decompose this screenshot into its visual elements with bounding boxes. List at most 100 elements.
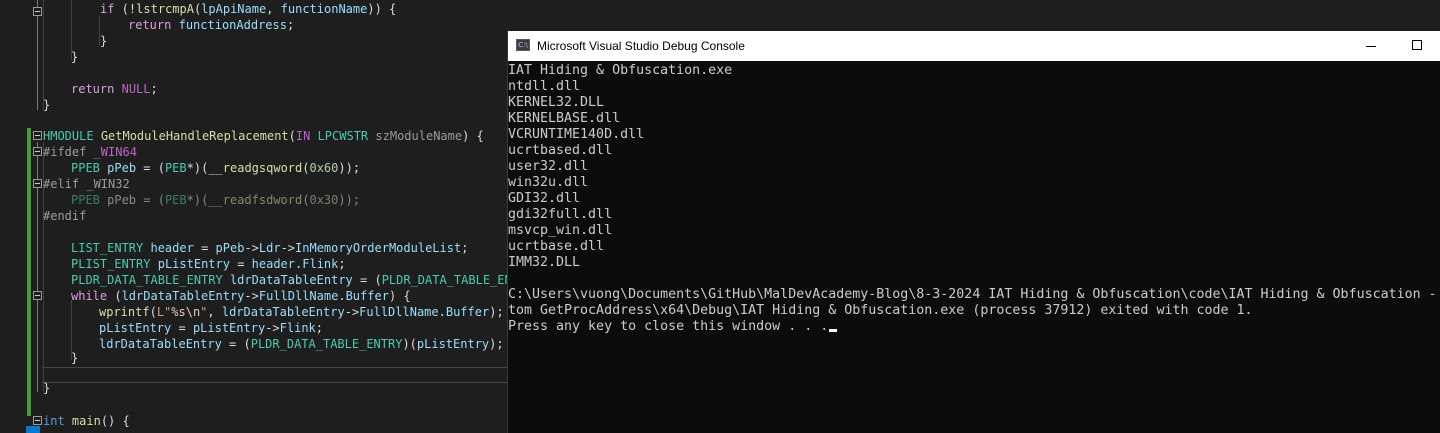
code-token: ; bbox=[338, 257, 346, 271]
minimize-icon[interactable] bbox=[1348, 31, 1394, 61]
console-output-line: ucrtbased.dll bbox=[508, 143, 612, 159]
code-token: Ldr bbox=[258, 241, 281, 255]
code-token: -> bbox=[344, 305, 360, 319]
console-output-line: ntdll.dll bbox=[508, 79, 580, 95]
code-token: } bbox=[71, 351, 79, 365]
console-titlebar[interactable]: C:\ Microsoft Visual Studio Debug Consol… bbox=[508, 31, 1440, 61]
code-line[interactable]: LIST_ENTRY header = pPeb->Ldr->InMemoryO… bbox=[71, 240, 468, 256]
code-line[interactable]: #endif bbox=[43, 208, 86, 224]
code-token: Flink bbox=[302, 257, 339, 271]
code-token: PPEB bbox=[71, 161, 100, 175]
code-token: . bbox=[438, 305, 446, 319]
code-token: lstrcmpA bbox=[136, 2, 194, 16]
code-token: pListEntry bbox=[157, 257, 230, 271]
code-token: IN bbox=[295, 129, 311, 143]
code-token: = bbox=[171, 321, 193, 335]
console-output-line: ucrtbase.dll bbox=[508, 239, 604, 255]
code-line[interactable]: HMODULE GetModuleHandleReplacement(IN LP… bbox=[43, 128, 484, 144]
code-line[interactable]: return functionAddress; bbox=[128, 17, 294, 33]
code-token: szModuleName bbox=[375, 129, 463, 143]
code-token: ( bbox=[107, 289, 122, 303]
code-line[interactable]: } bbox=[71, 49, 78, 65]
console-output[interactable]: IAT Hiding & Obfuscation.exe ntdll.dll KER… bbox=[508, 61, 1440, 433]
code-line[interactable]: if (!lstrcmpA(lpApiName, functionName)) … bbox=[100, 1, 396, 17]
code-token: )( bbox=[402, 337, 417, 351]
change-indicator bbox=[27, 128, 31, 416]
code-token: HMODULE bbox=[43, 129, 94, 143]
code-token: )) bbox=[367, 2, 382, 16]
code-line[interactable]: #ifdef _WIN64 bbox=[43, 144, 137, 160]
code-line[interactable]: PLDR_DATA_TABLE_ENTRY ldrDataTableEntry … bbox=[71, 272, 519, 288]
code-token: ldrDataTableEntry bbox=[121, 289, 245, 303]
console-output-line: Press any key to close this window . . . bbox=[508, 319, 838, 335]
code-token: InMemoryOrderModuleList bbox=[295, 241, 462, 255]
code-token: pPeb bbox=[215, 241, 245, 255]
code-line[interactable]: PPEB pPeb = (PEB*)(__readgsqword(0x60)); bbox=[71, 160, 360, 176]
code-line[interactable]: ldrDataTableEntry = (PLDR_DATA_TABLE_ENT… bbox=[99, 336, 504, 352]
code-token: -> bbox=[244, 241, 259, 255]
code-token: ( bbox=[288, 129, 296, 143]
code-token: Flink bbox=[279, 321, 316, 335]
code-token: } bbox=[100, 34, 108, 48]
collapse-icon[interactable] bbox=[33, 291, 42, 300]
console-output-line: GDI32.dll bbox=[508, 191, 580, 207]
code-line[interactable]: int main() { bbox=[43, 413, 130, 429]
console-line-text: KERNEL32.DLL bbox=[508, 95, 605, 110]
code-token: PLDR_DATA_TABLE_ENT bbox=[381, 273, 519, 287]
code-token: _WIN32 bbox=[86, 177, 130, 191]
code-token: LIST_ENTRY bbox=[71, 241, 144, 255]
indent-guide bbox=[43, 0, 44, 110]
editor-gutter bbox=[0, 0, 26, 433]
console-line-text: user32.dll bbox=[508, 159, 589, 174]
code-token: *)( bbox=[186, 193, 209, 207]
collapse-icon[interactable] bbox=[33, 179, 42, 188]
code-token: { bbox=[381, 2, 397, 16]
code-token: #ifdef bbox=[43, 145, 94, 159]
console-line-text: win32u.dll bbox=[508, 175, 589, 190]
code-token: Buffer bbox=[445, 305, 490, 319]
code-token: header bbox=[150, 241, 194, 255]
console-line-text: C:\Users\vuong\Documents\GitHub\MalDevAc… bbox=[508, 287, 1437, 302]
code-token: return bbox=[71, 82, 115, 96]
collapse-icon[interactable] bbox=[33, 7, 42, 16]
code-token: -> bbox=[244, 289, 259, 303]
code-line[interactable]: PPEB pPeb = (PEB*)(__readfsdword(0x30)); bbox=[71, 192, 360, 208]
collapse-icon[interactable] bbox=[33, 416, 42, 425]
collapse-icon[interactable] bbox=[33, 131, 42, 140]
maximize-icon[interactable] bbox=[1394, 31, 1440, 61]
code-line[interactable]: } bbox=[43, 380, 50, 396]
code-line[interactable]: pListEntry = pListEntry->Flink; bbox=[99, 320, 323, 336]
code-line[interactable]: } bbox=[43, 97, 50, 113]
debug-console-window[interactable]: C:\ Microsoft Visual Studio Debug Consol… bbox=[508, 31, 1440, 433]
console-output-line: user32.dll bbox=[508, 159, 588, 175]
code-token: pPeb bbox=[107, 161, 137, 175]
code-token: , bbox=[207, 305, 222, 319]
code-token: Buffer bbox=[345, 289, 389, 303]
code-line[interactable]: #elif _WIN32 bbox=[43, 176, 130, 192]
code-token: = bbox=[229, 257, 252, 271]
code-line[interactable]: } bbox=[71, 350, 78, 366]
code-token: main bbox=[71, 414, 101, 428]
console-line-text: IAT Hiding & Obfuscation.exe bbox=[508, 63, 733, 78]
code-token: ldrDataTableEntry bbox=[99, 337, 222, 351]
code-token: (! bbox=[114, 2, 137, 16]
breakpoint-margin-marker bbox=[26, 426, 40, 433]
code-token: -> bbox=[280, 241, 296, 255]
code-line[interactable]: wprintf(L"%s\n", ldrDataTableEntry->Full… bbox=[99, 304, 504, 320]
code-token: FullDllName bbox=[258, 289, 339, 303]
collapse-icon[interactable] bbox=[33, 147, 42, 156]
code-line[interactable]: PLIST_ENTRY pListEntry = header.Flink; bbox=[71, 256, 346, 272]
code-line[interactable]: while (ldrDataTableEntry->FullDllName.Bu… bbox=[71, 288, 411, 304]
code-token: ; bbox=[461, 241, 469, 255]
code-line[interactable]: return NULL; bbox=[71, 81, 158, 97]
code-token: LPCWSTR bbox=[317, 129, 369, 143]
code-line[interactable]: } bbox=[100, 33, 107, 49]
code-token: while bbox=[71, 289, 108, 303]
code-token: = bbox=[193, 241, 216, 255]
code-token: pListEntry bbox=[192, 321, 266, 335]
code-token: } bbox=[43, 98, 51, 112]
code-token: ldrDataTableEntry bbox=[221, 305, 345, 319]
